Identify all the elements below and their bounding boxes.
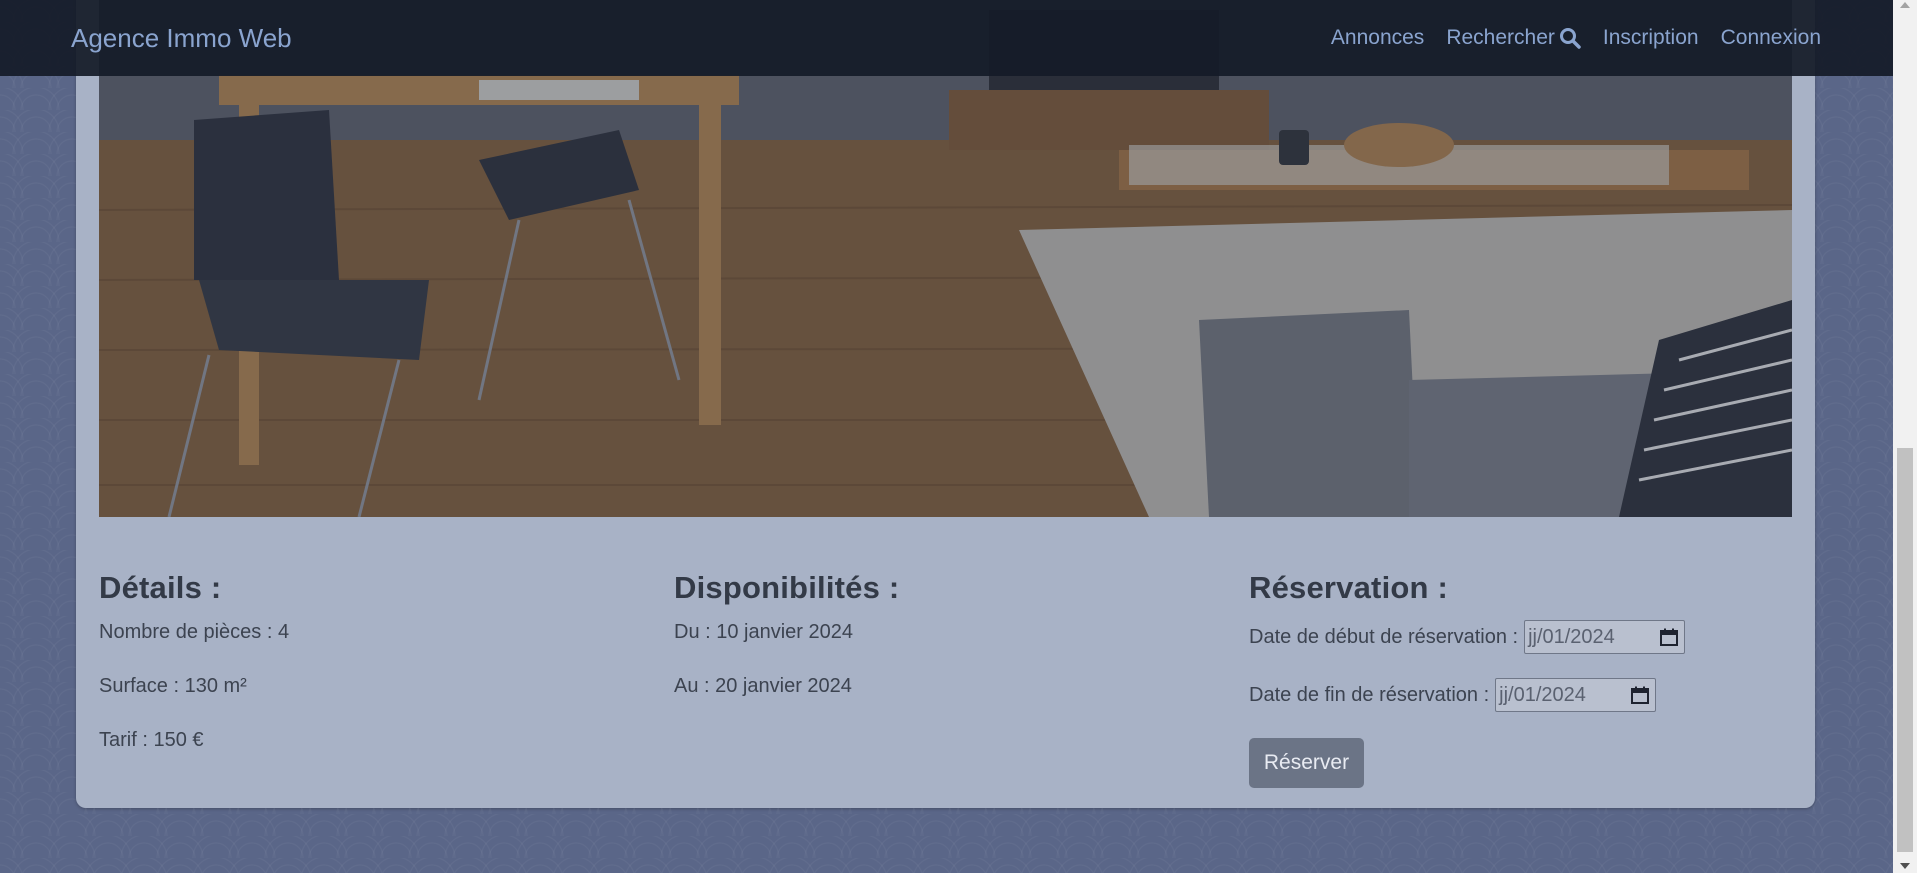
end-date-row: Date de fin de réservation : jj/01/2024 bbox=[1249, 678, 1685, 712]
start-date-row: Date de début de réservation : jj/01/202… bbox=[1249, 620, 1686, 654]
end-date-label: Date de fin de réservation : bbox=[1249, 683, 1490, 706]
vertical-scrollbar[interactable] bbox=[1893, 0, 1917, 873]
scroll-thumb[interactable] bbox=[1897, 448, 1913, 852]
availability-to: Au : 20 janvier 2024 bbox=[674, 675, 852, 697]
nav-link-label: Rechercher bbox=[1446, 26, 1555, 49]
nav-link-label: Inscription bbox=[1602, 26, 1699, 49]
start-date-label: Date de début de réservation : bbox=[1249, 625, 1519, 648]
availability-section: Disponibilités : Du : 10 janvier 2024 Au… bbox=[674, 570, 899, 728]
start-date-input[interactable]: jj/01/2024 bbox=[1524, 620, 1686, 654]
navbar: Agence Immo Web Annonces Rechercher Insc… bbox=[0, 0, 1893, 76]
end-date-input[interactable]: jj/01/2024 bbox=[1495, 678, 1657, 712]
availability-title: Disponibilités : bbox=[674, 570, 900, 605]
property-photo bbox=[99, 0, 1792, 517]
price-text: Tarif : 150 € bbox=[99, 729, 204, 751]
listing-card: Détails : Nombre de pièces : 4 Surface :… bbox=[76, 0, 1815, 808]
nav-link-inscription[interactable]: Inscription bbox=[1603, 26, 1699, 50]
nav-link-connexion[interactable]: Connexion bbox=[1721, 26, 1821, 50]
calendar-icon[interactable] bbox=[1631, 686, 1650, 704]
scroll-down-arrow-icon[interactable] bbox=[1900, 863, 1910, 869]
availability-from: Du : 10 janvier 2024 bbox=[674, 621, 854, 643]
start-date-value: jj/01/2024 bbox=[1528, 625, 1615, 648]
details-title: Détails : bbox=[99, 570, 222, 605]
nav-link-rechercher[interactable]: Rechercher bbox=[1446, 26, 1581, 50]
reservation-title: Réservation : bbox=[1249, 570, 1448, 605]
calendar-icon[interactable] bbox=[1660, 628, 1679, 646]
nav-link-label: Connexion bbox=[1720, 26, 1821, 49]
nav-link-label: Annonces bbox=[1330, 26, 1425, 49]
details-section: Détails : Nombre de pièces : 4 Surface :… bbox=[99, 570, 289, 782]
reservation-section: Réservation : Date de début de réservati… bbox=[1249, 570, 1686, 788]
end-date-value: jj/01/2024 bbox=[1499, 683, 1586, 706]
brand-link[interactable]: Agence Immo Web bbox=[71, 23, 292, 54]
surface-text: Surface : 130 m² bbox=[99, 675, 247, 697]
scroll-up-arrow-icon[interactable] bbox=[1900, 2, 1910, 8]
reserve-button[interactable]: Réserver bbox=[1249, 738, 1364, 788]
nav-links: Annonces Rechercher Inscription Connexio… bbox=[1331, 26, 1821, 50]
rooms-text: Nombre de pièces : 4 bbox=[99, 621, 290, 643]
search-icon bbox=[1559, 27, 1581, 49]
nav-link-annonces[interactable]: Annonces bbox=[1331, 26, 1424, 50]
